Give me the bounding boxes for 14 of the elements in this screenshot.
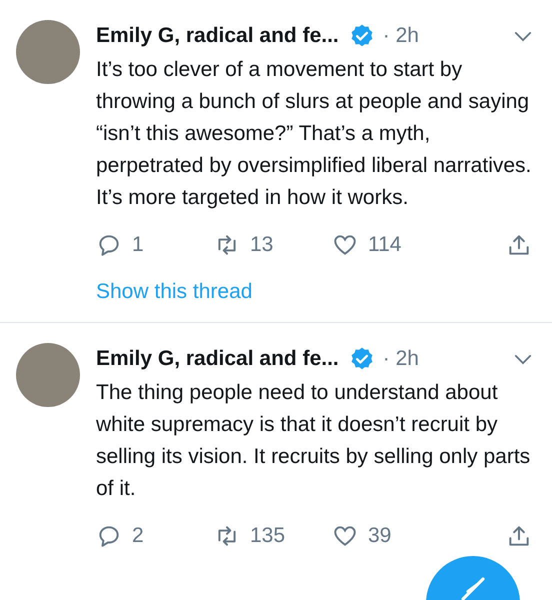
reply-count: 2 (132, 524, 144, 548)
retweet-count: 13 (250, 233, 274, 257)
like-count: 114 (368, 233, 402, 257)
caret-icon[interactable] (514, 30, 532, 42)
author-name[interactable]: Emily G, radical and fe... (96, 24, 339, 48)
tweet-text: The thing people need to understand about white supremacy is that it doesn’t recruit by selling its vision. It recruits by selling only parts of it. (96, 380, 532, 502)
caret-icon[interactable] (514, 354, 532, 364)
tweet-text: It’s too clever of a movement to start by throwing a bunch of slurs at people and saying “isn’t this awesome?” That’s a myth, perpetrated by oversimplified liberal narratives. It’s more targeted in how it works. (96, 57, 532, 211)
timestamp: · 2h (382, 347, 419, 371)
retweet-count: 135 (250, 524, 286, 548)
reply-count: 1 (132, 233, 144, 257)
like-count: 39 (368, 524, 392, 548)
author-name[interactable]: Emily G, radical and fe... (96, 347, 339, 371)
timestamp: · 2h (382, 24, 419, 48)
